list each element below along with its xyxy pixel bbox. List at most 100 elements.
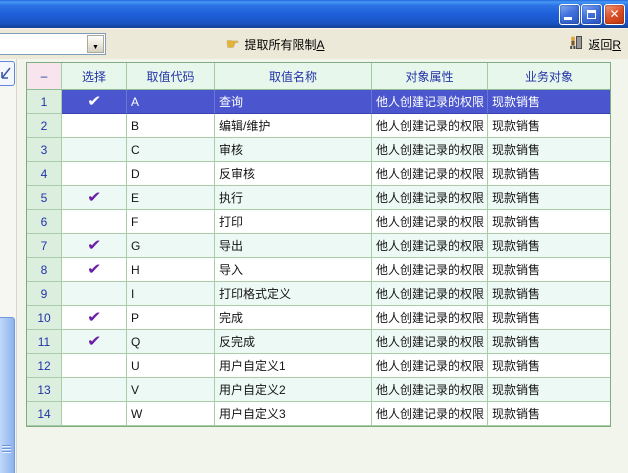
object-attribute-cell[interactable]: 他人创建记录的权限 [372, 354, 488, 378]
row-number-cell[interactable]: 1 [27, 90, 62, 114]
value-name-cell[interactable]: 用户自定义1 [215, 354, 372, 378]
row-number-cell[interactable]: 3 [27, 138, 62, 162]
extract-all-restrictions-button[interactable]: ☛ 提取所有限制A [226, 35, 324, 53]
value-code-cell[interactable]: P [127, 306, 215, 330]
business-object-cell[interactable]: 现款销售 [488, 90, 610, 114]
value-code-cell[interactable]: A [127, 90, 215, 114]
value-code-cell[interactable]: E [127, 186, 215, 210]
value-code-cell[interactable]: I [127, 282, 215, 306]
row-number-cell[interactable]: 5 [27, 186, 62, 210]
check-cell[interactable]: ✔ [62, 186, 127, 210]
value-name-cell[interactable]: 导入 [215, 258, 372, 282]
check-cell[interactable]: ✔ [62, 234, 127, 258]
business-object-cell[interactable]: 现款销售 [488, 258, 610, 282]
value-code-cell[interactable]: G [127, 234, 215, 258]
value-code-cell[interactable]: H [127, 258, 215, 282]
return-button[interactable]: 返回R [569, 35, 621, 53]
row-number-cell[interactable]: 7 [27, 234, 62, 258]
business-object-cell[interactable]: 现款销售 [488, 210, 610, 234]
value-name-cell[interactable]: 打印格式定义 [215, 282, 372, 306]
value-name-cell[interactable]: 执行 [215, 186, 372, 210]
value-name-cell[interactable]: 反审核 [215, 162, 372, 186]
object-attribute-cell[interactable]: 他人创建记录的权限 [372, 210, 488, 234]
check-cell[interactable] [62, 282, 127, 306]
business-object-cell[interactable]: 现款销售 [488, 330, 610, 354]
object-attribute-cell[interactable]: 他人创建记录的权限 [372, 258, 488, 282]
value-code-cell[interactable]: D [127, 162, 215, 186]
table-row[interactable]: 13 V用户自定义2他人创建记录的权限现款销售 [27, 378, 610, 402]
table-row[interactable]: 10✔P完成他人创建记录的权限现款销售 [27, 306, 610, 330]
row-number-cell[interactable]: 2 [27, 114, 62, 138]
row-number-cell[interactable]: 13 [27, 378, 62, 402]
value-name-cell[interactable]: 查询 [215, 90, 372, 114]
row-number-cell[interactable]: 14 [27, 402, 62, 426]
check-cell[interactable] [62, 114, 127, 138]
value-name-cell[interactable]: 用户自定义2 [215, 378, 372, 402]
check-cell[interactable]: ✔ [62, 330, 127, 354]
object-attribute-cell[interactable]: 他人创建记录的权限 [372, 378, 488, 402]
value-code-cell[interactable]: B [127, 114, 215, 138]
check-cell[interactable]: ✔ [62, 90, 127, 114]
table-row[interactable]: 7✔G导出他人创建记录的权限现款销售 [27, 234, 610, 258]
value-name-cell[interactable]: 导出 [215, 234, 372, 258]
value-code-cell[interactable]: F [127, 210, 215, 234]
object-attribute-cell[interactable]: 他人创建记录的权限 [372, 186, 488, 210]
value-name-cell[interactable]: 打印 [215, 210, 372, 234]
table-row[interactable]: 8✔H导入他人创建记录的权限现款销售 [27, 258, 610, 282]
table-row[interactable]: 5✔E执行他人创建记录的权限现款销售 [27, 186, 610, 210]
combobox-dropdown-button[interactable]: ▼ [87, 35, 104, 53]
business-object-cell[interactable]: 现款销售 [488, 162, 610, 186]
value-code-cell[interactable]: V [127, 378, 215, 402]
business-object-cell[interactable]: 现款销售 [488, 114, 610, 138]
value-name-cell[interactable]: 反完成 [215, 330, 372, 354]
value-name-cell[interactable]: 完成 [215, 306, 372, 330]
object-attribute-cell[interactable]: 他人创建记录的权限 [372, 162, 488, 186]
left-pane-pointer-button[interactable] [0, 61, 15, 86]
business-object-cell[interactable]: 现款销售 [488, 186, 610, 210]
business-object-cell[interactable]: 现款销售 [488, 234, 610, 258]
filter-combobox-input[interactable] [0, 36, 71, 54]
object-attribute-cell[interactable]: 他人创建记录的权限 [372, 114, 488, 138]
business-object-cell[interactable]: 现款销售 [488, 354, 610, 378]
table-row[interactable]: 6 F打印他人创建记录的权限现款销售 [27, 210, 610, 234]
filter-combobox[interactable]: ▼ [0, 33, 106, 55]
table-row[interactable]: 1✔A查询他人创建记录的权限现款销售 [27, 90, 610, 114]
row-number-cell[interactable]: 6 [27, 210, 62, 234]
object-attribute-cell[interactable]: 他人创建记录的权限 [372, 330, 488, 354]
object-attribute-cell[interactable]: 他人创建记录的权限 [372, 90, 488, 114]
object-attribute-cell[interactable]: 他人创建记录的权限 [372, 402, 488, 426]
table-row[interactable]: 12 U用户自定义1他人创建记录的权限现款销售 [27, 354, 610, 378]
value-name-cell[interactable]: 审核 [215, 138, 372, 162]
value-code-cell[interactable]: W [127, 402, 215, 426]
table-row[interactable]: 14 W用户自定义3他人创建记录的权限现款销售 [27, 402, 610, 426]
table-row[interactable]: 2 B编辑/维护他人创建记录的权限现款销售 [27, 114, 610, 138]
row-number-cell[interactable]: 4 [27, 162, 62, 186]
value-code-cell[interactable]: Q [127, 330, 215, 354]
business-object-cell[interactable]: 现款销售 [488, 402, 610, 426]
business-object-cell[interactable]: 现款销售 [488, 378, 610, 402]
object-attribute-cell[interactable]: 他人创建记录的权限 [372, 306, 488, 330]
object-attribute-cell[interactable]: 他人创建记录的权限 [372, 138, 488, 162]
check-cell[interactable]: ✔ [62, 306, 127, 330]
value-name-cell[interactable]: 编辑/维护 [215, 114, 372, 138]
minimize-button[interactable] [559, 4, 580, 25]
value-name-cell[interactable]: 用户自定义3 [215, 402, 372, 426]
row-number-cell[interactable]: 10 [27, 306, 62, 330]
check-cell[interactable]: ✔ [62, 258, 127, 282]
check-cell[interactable] [62, 210, 127, 234]
row-number-cell[interactable]: 11 [27, 330, 62, 354]
close-button[interactable]: ✕ [604, 4, 625, 25]
business-object-cell[interactable]: 现款销售 [488, 138, 610, 162]
business-object-cell[interactable]: 现款销售 [488, 282, 610, 306]
business-object-cell[interactable]: 现款销售 [488, 306, 610, 330]
table-row[interactable]: 9I打印格式定义他人创建记录的权限现款销售 [27, 282, 610, 306]
table-row[interactable]: 4 D反审核他人创建记录的权限现款销售 [27, 162, 610, 186]
maximize-button[interactable] [581, 4, 602, 25]
check-cell[interactable] [62, 162, 127, 186]
object-attribute-cell[interactable]: 他人创建记录的权限 [372, 234, 488, 258]
table-row[interactable]: 11✔Q反完成他人创建记录的权限现款销售 [27, 330, 610, 354]
row-number-cell[interactable]: 12 [27, 354, 62, 378]
value-code-cell[interactable]: U [127, 354, 215, 378]
object-attribute-cell[interactable]: 他人创建记录的权限 [372, 282, 488, 306]
row-number-cell[interactable]: 8 [27, 258, 62, 282]
